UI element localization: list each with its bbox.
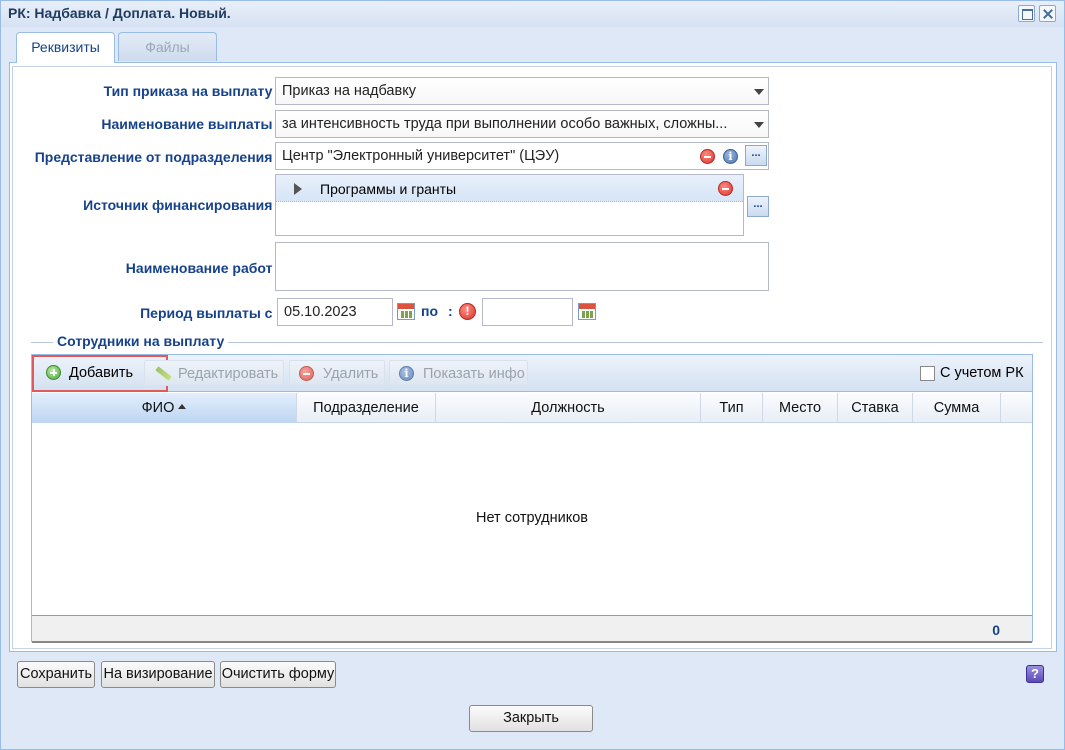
close-icon[interactable] bbox=[1039, 5, 1056, 22]
works-label: Наименование работ : bbox=[125, 260, 281, 276]
window-title: РК: Надбавка / Доплата. Новый. bbox=[8, 5, 231, 21]
column-position[interactable]: Должность bbox=[436, 393, 701, 423]
delete-label: Удалить bbox=[323, 366, 379, 382]
calendar-icon[interactable] bbox=[578, 303, 596, 320]
dropdown-arrow-icon[interactable] bbox=[754, 89, 764, 95]
period-to-separator: : bbox=[448, 303, 453, 319]
save-button[interactable]: Сохранить bbox=[17, 661, 95, 688]
edit-label: Редактировать bbox=[178, 366, 279, 382]
column-label: Подразделение bbox=[313, 400, 419, 416]
order-type-select[interactable]: Приказ на надбавку bbox=[275, 77, 769, 105]
column-label: ФИО bbox=[141, 400, 175, 416]
maximize-icon[interactable] bbox=[1018, 5, 1035, 22]
expand-arrow-icon[interactable] bbox=[294, 183, 302, 195]
funding-item-label: Программы и гранты bbox=[320, 181, 457, 197]
payment-name-label: Наименование выплаты : bbox=[101, 116, 281, 132]
grid-toolbar: Добавить Редактировать Удалить i Показат… bbox=[32, 355, 1032, 392]
close-button[interactable]: Закрыть bbox=[469, 705, 593, 732]
remove-icon[interactable] bbox=[700, 149, 715, 164]
dropdown-arrow-icon[interactable] bbox=[754, 122, 764, 128]
column-sum[interactable]: Сумма bbox=[913, 393, 1001, 423]
period-to-input[interactable] bbox=[482, 298, 573, 326]
remove-icon[interactable] bbox=[718, 181, 733, 196]
tab-label: Файлы bbox=[145, 39, 190, 55]
help-icon[interactable]: ? bbox=[1026, 665, 1044, 683]
show-info-label: Показать инфо bbox=[423, 366, 525, 382]
grid-header: ФИО Подразделение Должность Тип Место Ст… bbox=[32, 393, 1032, 423]
warning-icon: ! bbox=[459, 303, 476, 320]
info-icon[interactable]: i bbox=[723, 149, 738, 164]
dialog-window: РК: Надбавка / Доплата. Новый. Реквизиты… bbox=[0, 0, 1065, 750]
tab-requisites[interactable]: Реквизиты bbox=[16, 32, 115, 63]
show-info-button[interactable]: i Показать инфо bbox=[389, 360, 528, 386]
approve-button[interactable]: На визирование bbox=[101, 661, 215, 688]
column-label: Сумма bbox=[933, 400, 980, 416]
column-department[interactable]: Подразделение bbox=[297, 393, 436, 423]
column-fio[interactable]: ФИО bbox=[32, 393, 297, 423]
funding-label: Источник финансирования : bbox=[83, 197, 281, 213]
select-department-button[interactable]: ... bbox=[745, 145, 767, 166]
column-label: Место bbox=[778, 400, 822, 416]
column-rate[interactable]: Ставка bbox=[838, 393, 913, 423]
remove-icon bbox=[299, 366, 314, 381]
tab-panel: Тип приказа на выплату : Приказ на надба… bbox=[9, 62, 1057, 652]
total-value: 0 bbox=[992, 622, 1000, 638]
rk-checkbox-label: С учетом РК bbox=[940, 365, 1024, 381]
department-field[interactable]: Центр "Электронный университет" (ЦЭУ) i … bbox=[275, 142, 769, 170]
delete-button[interactable]: Удалить bbox=[289, 360, 385, 386]
order-type-value: Приказ на надбавку bbox=[282, 83, 416, 99]
employees-grid: Добавить Редактировать Удалить i Показат… bbox=[31, 354, 1033, 643]
column-label: Должность bbox=[531, 400, 605, 416]
edit-button[interactable]: Редактировать bbox=[144, 360, 284, 386]
select-funding-button[interactable]: ... bbox=[747, 196, 769, 217]
column-label: Ставка bbox=[851, 400, 899, 416]
payment-name-value: за интенсивность труда при выполнении ос… bbox=[282, 116, 728, 132]
calendar-icon[interactable] bbox=[397, 303, 415, 320]
department-value: Центр "Электронный университет" (ЦЭУ) bbox=[282, 148, 560, 164]
period-from-input[interactable]: 05.10.2023 bbox=[277, 298, 393, 326]
grid-summary: 0 bbox=[32, 615, 1032, 643]
department-label: Представление от подразделения : bbox=[34, 149, 281, 165]
info-icon: i bbox=[399, 366, 414, 381]
pencil-icon bbox=[153, 365, 173, 381]
title-bar[interactable]: РК: Надбавка / Доплата. Новый. bbox=[1, 1, 1064, 27]
payment-name-select[interactable]: за интенсивность труда при выполнении ос… bbox=[275, 110, 769, 138]
column-label: Тип bbox=[719, 400, 744, 416]
column-place[interactable]: Место bbox=[763, 393, 838, 423]
list-item[interactable]: Программы и гранты bbox=[276, 175, 743, 202]
period-from-value: 05.10.2023 bbox=[284, 304, 357, 320]
period-to-label: по bbox=[421, 303, 439, 319]
rk-checkbox[interactable] bbox=[920, 366, 935, 381]
employees-title: Сотрудники на выплату bbox=[53, 333, 229, 349]
column-type[interactable]: Тип bbox=[701, 393, 763, 423]
period-label: Период выплаты с : bbox=[140, 305, 281, 321]
form-container: Тип приказа на выплату : Приказ на надба… bbox=[12, 66, 1052, 649]
order-type-label: Тип приказа на выплату : bbox=[103, 83, 281, 99]
tab-label: Реквизиты bbox=[31, 39, 100, 55]
tab-files[interactable]: Файлы bbox=[118, 32, 217, 61]
works-textarea[interactable] bbox=[275, 242, 769, 291]
empty-message: Нет сотрудников bbox=[475, 510, 589, 526]
sort-asc-icon bbox=[178, 404, 187, 409]
clear-form-button[interactable]: Очистить форму bbox=[220, 661, 336, 688]
funding-list[interactable]: Программы и гранты bbox=[275, 174, 744, 236]
